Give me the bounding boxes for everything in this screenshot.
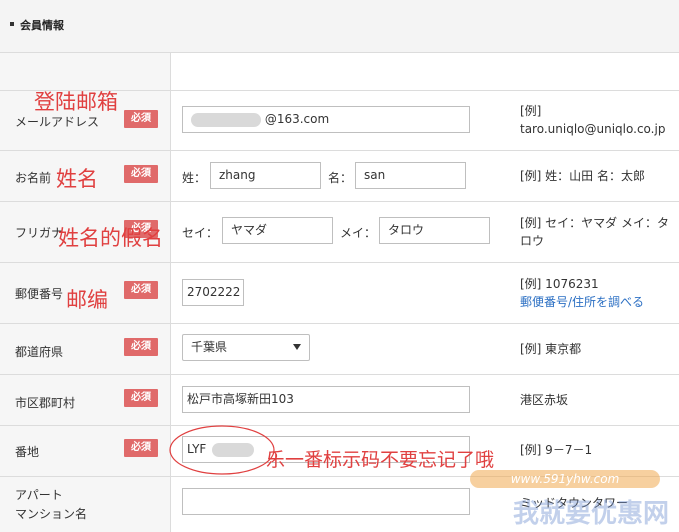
name-example: [例] 姓：山田 名：太郎 [520, 169, 645, 183]
mei-kana-label: メイ： [340, 226, 377, 240]
apartment-field[interactable] [182, 488, 470, 515]
annotation-name: 姓名 [56, 167, 98, 191]
email-example: [例] taro.uniqlo@uniqlo.co.jp [520, 104, 666, 136]
address-label: 番地 [15, 445, 40, 459]
annotation-furigana: 姓名的假名 [58, 226, 163, 250]
required-badge: 必須 [124, 165, 158, 183]
prefecture-example: [例] 東京都 [520, 342, 582, 356]
first-name-field[interactable]: san [355, 162, 466, 189]
sei-kana-label: セイ： [182, 226, 219, 240]
bullet-icon [10, 22, 14, 26]
postal-lookup-link[interactable]: 郵便番号/住所を調べる [520, 293, 644, 311]
annotation-circle [169, 425, 278, 475]
name-row: お名前 必須 姓： zhang 名： san [例] 姓：山田 名：太郎 [0, 151, 679, 202]
city-row: 市区郡町村 必須 松戸市高塚新田103 港区赤坂 [0, 375, 679, 426]
prefecture-row: 都道府県 必須 千葉県 [例] 東京都 [0, 324, 679, 375]
email-value: @163.com [264, 112, 330, 126]
last-name-kana-field[interactable]: ヤマダ [222, 217, 333, 244]
postal-code-field[interactable]: 2702222 [182, 279, 244, 306]
required-badge: 必須 [124, 338, 158, 356]
postal-label: 郵便番号 [15, 287, 64, 301]
last-name-field[interactable]: zhang [210, 162, 321, 189]
city-field[interactable]: 松戸市高塚新田103 [182, 386, 470, 413]
watermark-text: 我就要优惠网 [512, 499, 669, 529]
postal-example: [例] 1076231 [520, 277, 599, 291]
furigana-label: フリガナ [15, 226, 64, 240]
email-field[interactable]: @163.com [182, 106, 470, 133]
prefecture-value: 千葉県 [191, 340, 228, 354]
apartment-label-line1: アパート [15, 488, 63, 502]
city-example: 港区赤坂 [520, 393, 569, 407]
prefecture-select[interactable]: 千葉県 [182, 334, 310, 361]
redaction-blur [191, 112, 261, 127]
apartment-label-line2: マンション名 [15, 507, 88, 521]
chevron-down-icon [293, 344, 301, 350]
prefecture-label: 都道府県 [15, 345, 64, 359]
annotation-postal: 邮编 [66, 288, 108, 312]
required-badge: 必須 [124, 439, 158, 457]
furigana-example: [例] セイ：ヤマダ メイ：タ ロウ [520, 216, 669, 248]
annotation-email: 登陆邮箱 [34, 90, 118, 114]
apartment-label: アパート マンション名 [15, 486, 87, 524]
name-label: お名前 [15, 171, 52, 185]
section-header: 会員情報 [0, 0, 679, 53]
city-label: 市区郡町村 [15, 396, 76, 410]
section-title: 会員情報 [20, 19, 64, 32]
mei-label: 名： [328, 171, 353, 185]
required-badge: 必須 [124, 389, 158, 407]
address-example: [例] 9－7－1 [520, 443, 593, 457]
watermark-url: www.591yhw.com [470, 470, 660, 488]
required-badge: 必須 [124, 281, 158, 299]
sei-label: 姓： [182, 171, 207, 185]
required-badge: 必須 [124, 110, 158, 128]
first-name-kana-field[interactable]: タロウ [379, 217, 490, 244]
